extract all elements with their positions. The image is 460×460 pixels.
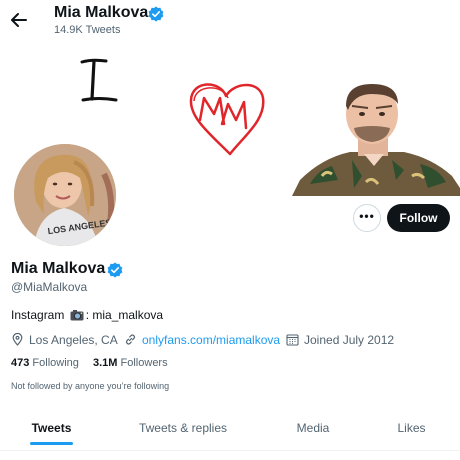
joined-text: Joined July 2012 [304, 333, 395, 347]
avatar-photo: LOS ANGELES [14, 144, 116, 246]
mutuals-note: Not followed by anyone you’re following [11, 381, 170, 391]
verified-badge-icon [107, 262, 123, 278]
bio-suffix: : mia_malkova [85, 308, 164, 322]
location-text: Los Angeles, CA [29, 333, 118, 347]
header-title: Mia Malkova [54, 4, 149, 21]
followers-label: Followers [120, 357, 168, 369]
website-link[interactable]: onlyfans.com/miamalkova [142, 333, 280, 347]
link-icon [126, 334, 135, 345]
top-bar: Mia Malkova 14.9K Tweets [0, 0, 460, 44]
active-tab-indicator [30, 442, 73, 445]
camera-emoji-icon [70, 310, 84, 321]
more-icon: ••• [359, 209, 375, 223]
following-link[interactable]: 473 Following [11, 357, 79, 369]
followers-link[interactable]: 3.1M Followers [93, 357, 168, 369]
followers-count: 3.1M [93, 357, 118, 369]
calendar-icon [286, 334, 299, 346]
tab-likes[interactable]: Likes [363, 405, 460, 451]
tweet-count: 14.9K Tweets [54, 24, 121, 36]
verified-badge-icon [148, 6, 164, 22]
tab-tweets-replies[interactable]: Tweets & replies [103, 405, 263, 451]
banner-heart-drawing [189, 83, 265, 156]
location-pin-icon [12, 333, 23, 346]
banner-handwritten-i [80, 58, 118, 102]
following-label: Following [32, 357, 79, 369]
following-count: 473 [11, 357, 30, 369]
profile-bio: Instagram : mia_malkova [11, 308, 163, 322]
user-handle: @MiaMalkova [11, 280, 88, 294]
follow-button[interactable]: Follow [387, 204, 450, 232]
bio-prefix: Instagram [11, 308, 65, 322]
tab-media[interactable]: Media [263, 405, 363, 451]
banner-man-photo [292, 84, 460, 196]
arrow-left-icon[interactable] [10, 9, 28, 31]
avatar[interactable]: LOS ANGELES [14, 144, 116, 246]
more-options-button[interactable]: ••• [353, 204, 381, 232]
display-name: Mia Malkova [11, 260, 106, 277]
